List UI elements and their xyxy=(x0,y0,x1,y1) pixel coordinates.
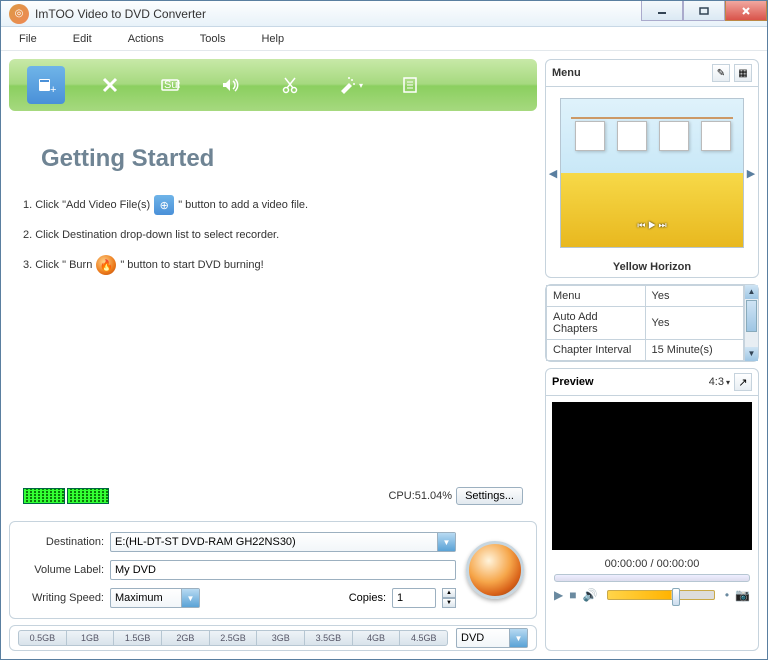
content-area: Getting Started 1. Click "Add Video File… xyxy=(9,117,537,515)
scroll-down-button[interactable]: ▼ xyxy=(745,347,758,361)
titlebar: ◎ ImTOO Video to DVD Converter xyxy=(1,1,767,27)
svg-text:Subtitle: Subtitle xyxy=(164,79,180,91)
menu-panel: Menu ✎ ▦ ◀ ⏮ ▶ ⏭ ▶ Yellow Horizon xyxy=(545,59,759,278)
preview-video xyxy=(552,402,752,550)
aspect-ratio-select[interactable]: 4:3 xyxy=(709,376,730,388)
prop-row-chapter-interval[interactable]: Chapter Interval15 Minute(s) xyxy=(547,340,744,361)
volume-icon[interactable]: 🔊 xyxy=(582,588,597,602)
capacity-scale: 0.5GB 1GB 1.5GB 2GB 2.5GB 3GB 3.5GB 4GB … xyxy=(18,630,448,646)
burn-inline-icon: 🔥 xyxy=(96,255,116,275)
window-title: ImTOO Video to DVD Converter xyxy=(35,7,641,21)
menu-tools[interactable]: Tools xyxy=(200,33,226,45)
chevron-down-icon[interactable]: ▼ xyxy=(181,589,199,607)
chapters-button[interactable] xyxy=(395,70,425,100)
prev-frame-button[interactable]: • xyxy=(725,588,729,602)
play-button[interactable]: ▶ xyxy=(554,588,563,602)
chevron-down-icon[interactable]: ▼ xyxy=(509,629,527,647)
app-window: ◎ ImTOO Video to DVD Converter File Edit… xyxy=(0,0,768,660)
main-toolbar: + Subtitle xyxy=(9,59,537,111)
volume-slider[interactable] xyxy=(607,590,714,600)
copies-up-button[interactable]: ▲ xyxy=(442,588,456,598)
effects-button[interactable] xyxy=(335,70,365,100)
scroll-up-button[interactable]: ▲ xyxy=(745,285,758,299)
volume-label-input[interactable]: My DVD xyxy=(110,560,456,580)
delete-button[interactable] xyxy=(95,70,125,100)
step-1: 1. Click "Add Video File(s) ⊕ " button t… xyxy=(23,195,523,215)
menu-theme-thumbnail[interactable]: ⏮ ▶ ⏭ xyxy=(560,98,744,248)
add-video-inline-icon: ⊕ xyxy=(154,195,174,215)
edit-menu-icon[interactable]: ✎ xyxy=(712,64,730,82)
capacity-bar: 0.5GB 1GB 1.5GB 2GB 2.5GB 3GB 3.5GB 4GB … xyxy=(9,625,537,651)
volume-label-label: Volume Label: xyxy=(22,564,104,576)
menu-help[interactable]: Help xyxy=(261,33,284,45)
disc-type-select[interactable]: DVD▼ xyxy=(456,628,528,648)
maximize-button[interactable] xyxy=(683,1,725,21)
destination-select[interactable]: E:(HL-DT-ST DVD-RAM GH22NS30)▼ xyxy=(110,532,456,552)
fullscreen-button[interactable]: ↗ xyxy=(734,373,752,391)
step-2: 2. Click Destination drop-down list to s… xyxy=(23,229,523,241)
settings-button[interactable]: Settings... xyxy=(456,487,523,505)
destination-label: Destination: xyxy=(22,536,104,548)
copies-input[interactable]: 1 xyxy=(392,588,436,608)
prev-theme-button[interactable]: ◀ xyxy=(548,87,558,259)
clip-button[interactable] xyxy=(275,70,305,100)
properties-scrollbar[interactable]: ▲ ▼ xyxy=(744,285,758,361)
scroll-thumb[interactable] xyxy=(746,300,757,332)
prop-row-auto-chapters[interactable]: Auto Add ChaptersYes xyxy=(547,307,744,340)
burn-form: Destination: E:(HL-DT-ST DVD-RAM GH22NS3… xyxy=(9,521,537,619)
menu-edit[interactable]: Edit xyxy=(73,33,92,45)
minimize-button[interactable] xyxy=(641,1,683,21)
svg-text:+: + xyxy=(50,84,56,95)
cpu-graph xyxy=(23,488,109,504)
getting-started-heading: Getting Started xyxy=(41,145,523,173)
writing-speed-label: Writing Speed: xyxy=(22,592,104,604)
audio-button[interactable] xyxy=(215,70,245,100)
next-theme-button[interactable]: ▶ xyxy=(746,87,756,259)
seek-bar[interactable] xyxy=(554,574,750,582)
menu-actions[interactable]: Actions xyxy=(128,33,164,45)
prop-row-menu[interactable]: MenuYes xyxy=(547,286,744,307)
burn-button[interactable] xyxy=(466,541,524,599)
preview-time: 00:00:00 / 00:00:00 xyxy=(546,556,758,572)
writing-speed-select[interactable]: Maximum▼ xyxy=(110,588,200,608)
cpu-label: CPU:51.04% xyxy=(388,490,452,502)
theme-name: Yellow Horizon xyxy=(546,259,758,277)
subtitle-button[interactable]: Subtitle xyxy=(155,70,185,100)
stop-button[interactable]: ■ xyxy=(569,588,576,602)
add-video-button[interactable]: + xyxy=(27,66,65,104)
menu-panel-title: Menu xyxy=(552,67,581,79)
app-logo-icon: ◎ xyxy=(9,4,29,24)
preview-panel: Preview 4:3 ↗ 00:00:00 / 00:00:00 ▶ ■ 🔊 … xyxy=(545,368,759,651)
chevron-down-icon[interactable]: ▼ xyxy=(437,533,455,551)
step-3: 3. Click " Burn 🔥 " button to start DVD … xyxy=(23,255,523,275)
template-menu-icon[interactable]: ▦ xyxy=(734,64,752,82)
menubar: File Edit Actions Tools Help xyxy=(1,27,767,51)
play-controls-icon: ⏮ ▶ ⏭ xyxy=(637,220,666,231)
menu-file[interactable]: File xyxy=(19,33,37,45)
close-button[interactable] xyxy=(725,1,767,21)
copies-down-button[interactable]: ▼ xyxy=(442,598,456,608)
preview-title: Preview xyxy=(552,376,594,388)
snapshot-button[interactable]: 📷 xyxy=(735,588,750,602)
properties-panel: MenuYes Auto Add ChaptersYes Chapter Int… xyxy=(545,284,759,362)
copies-label: Copies: xyxy=(349,592,386,604)
